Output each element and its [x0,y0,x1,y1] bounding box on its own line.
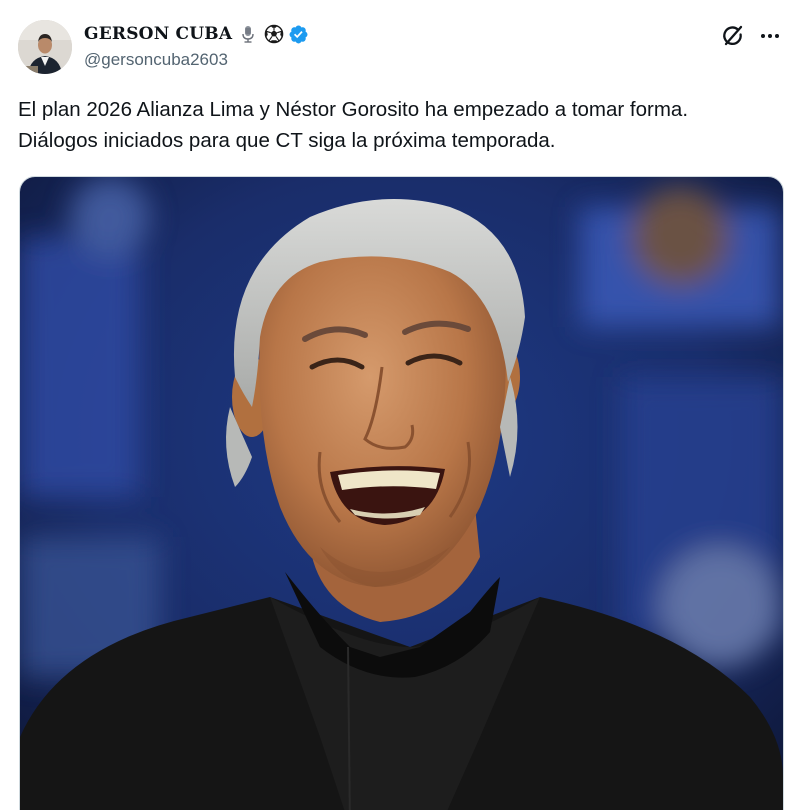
more-icon[interactable] [757,23,783,49]
author-name-row[interactable]: GERSON CUBA [84,21,309,47]
photo-smiling-man [20,177,783,810]
soccer-ball-icon [264,24,284,44]
verified-badge-icon [288,24,309,45]
grok-icon[interactable] [720,23,746,49]
tweet-media-image[interactable] [19,176,784,810]
microphone-icon [238,24,258,44]
avatar-image [18,20,72,74]
tweet-text-line: El plan 2026 Alianza Lima y Néstor Goros… [18,98,689,121]
author-handle[interactable]: @gersoncuba2603 [84,50,228,70]
avatar[interactable] [18,20,72,74]
tweet-text: El plan 2026 Alianza Lima y Néstor Goros… [18,94,793,156]
tweet-text-line: Diálogos iniciados para que CT siga la p… [18,129,556,152]
display-name[interactable]: GERSON CUBA [84,24,232,44]
tweet-card[interactable]: GERSON CUBA @gersoncuba2603 El plan 2026… [0,0,803,810]
